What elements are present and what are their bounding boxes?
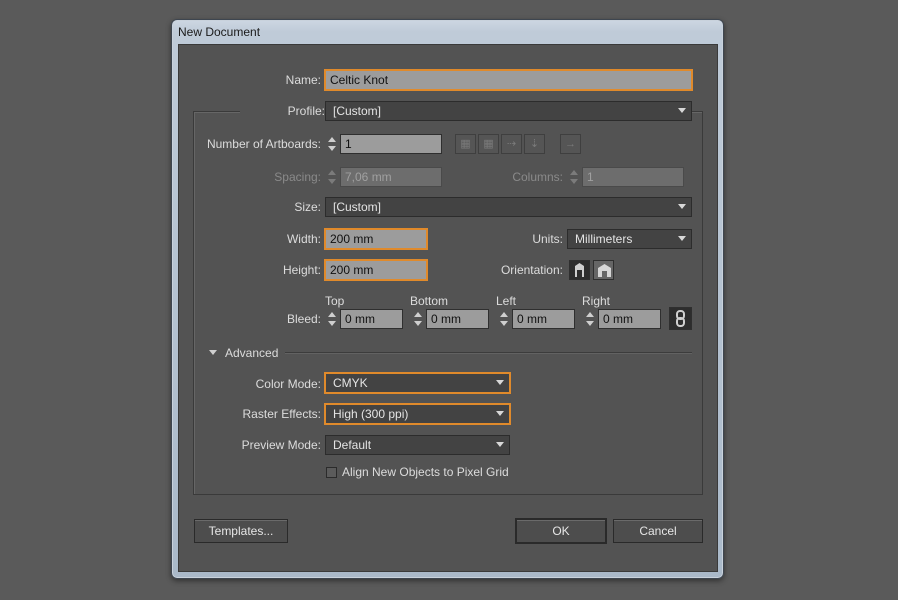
link-bleed-button[interactable] xyxy=(669,307,692,330)
color-mode-value: CMYK xyxy=(333,376,368,390)
advanced-separator xyxy=(285,352,692,353)
name-input[interactable]: Celtic Knot xyxy=(325,70,692,90)
up-arrow-icon xyxy=(500,312,508,317)
bleed-right-label: Right xyxy=(582,294,611,308)
units-dropdown[interactable]: Millimeters xyxy=(567,229,692,249)
ok-button[interactable]: OK xyxy=(516,519,606,543)
down-arrow-icon xyxy=(328,146,336,151)
up-arrow-icon xyxy=(328,312,336,317)
height-label: Height: xyxy=(282,263,321,277)
bleed-left-stepper[interactable] xyxy=(498,309,511,329)
raster-effects-value: High (300 ppi) xyxy=(333,407,409,421)
templates-button[interactable]: Templates... xyxy=(194,519,288,543)
chevron-down-icon xyxy=(678,236,686,241)
up-arrow-icon xyxy=(570,170,578,175)
name-label: Name: xyxy=(285,73,321,87)
artboards-input[interactable]: 1 xyxy=(340,134,442,154)
chevron-down-icon xyxy=(496,442,504,447)
raster-effects-dropdown[interactable]: High (300 ppi) xyxy=(325,404,510,424)
bleed-bottom-input[interactable]: 0 mm xyxy=(426,309,489,329)
grid-by-column-icon[interactable]: ▦ xyxy=(478,134,499,154)
preview-mode-label: Preview Mode: xyxy=(241,438,321,452)
bleed-bottom-stepper[interactable] xyxy=(412,309,425,329)
columns-stepper[interactable] xyxy=(568,167,581,187)
up-arrow-icon xyxy=(414,312,422,317)
units-label: Units: xyxy=(532,232,563,246)
spacing-stepper[interactable] xyxy=(326,167,339,187)
grid-by-row-icon[interactable]: ▦ xyxy=(455,134,476,154)
bleed-top-stepper[interactable] xyxy=(326,309,339,329)
profile-dropdown[interactable]: [Custom] xyxy=(325,101,692,121)
cancel-button[interactable]: Cancel xyxy=(613,519,703,543)
width-label: Width: xyxy=(286,232,321,246)
columns-label: Columns: xyxy=(512,170,563,184)
raster-effects-label: Raster Effects: xyxy=(242,407,321,421)
bleed-right-stepper[interactable] xyxy=(584,309,597,329)
chevron-down-icon xyxy=(496,380,504,385)
bleed-left-input[interactable]: 0 mm xyxy=(512,309,575,329)
portrait-icon xyxy=(575,263,584,277)
chevron-down-icon xyxy=(496,411,504,416)
dialog-title: New Document xyxy=(178,25,261,39)
bleed-top-input[interactable]: 0 mm xyxy=(340,309,403,329)
bleed-left-label: Left xyxy=(496,294,517,308)
bleed-right-input[interactable]: 0 mm xyxy=(598,309,661,329)
columns-input[interactable]: 1 xyxy=(582,167,684,187)
bleed-label: Bleed: xyxy=(286,312,321,326)
down-arrow-icon xyxy=(414,321,422,326)
spacing-input[interactable]: 7,06 mm xyxy=(340,167,442,187)
landscape-icon xyxy=(598,264,611,277)
size-dropdown[interactable]: [Custom] xyxy=(325,197,692,217)
chevron-down-icon xyxy=(678,204,686,209)
color-mode-dropdown[interactable]: CMYK xyxy=(325,373,510,393)
preview-mode-dropdown[interactable]: Default xyxy=(325,435,510,455)
down-arrow-icon xyxy=(570,179,578,184)
align-pixel-grid-checkbox[interactable] xyxy=(326,467,337,478)
up-arrow-icon xyxy=(586,312,594,317)
chevron-down-icon xyxy=(678,108,686,113)
units-dropdown-value: Millimeters xyxy=(575,232,633,246)
profile-dropdown-value: [Custom] xyxy=(333,104,382,118)
align-pixel-grid-label[interactable]: Align New Objects to Pixel Grid xyxy=(342,465,509,479)
height-input[interactable]: 200 mm xyxy=(325,260,427,280)
spacing-label: Spacing: xyxy=(274,170,321,184)
chain-link-icon xyxy=(676,310,685,327)
size-dropdown-value: [Custom] xyxy=(333,200,382,214)
profile-label: Profile: xyxy=(240,104,325,118)
advanced-disclosure-icon[interactable] xyxy=(209,350,217,355)
down-arrow-icon xyxy=(500,321,508,326)
down-arrow-icon xyxy=(586,321,594,326)
artboards-label: Number of Artboards: xyxy=(206,137,321,151)
down-arrow-icon xyxy=(328,179,336,184)
arrange-by-row-icon[interactable]: ⇢ xyxy=(501,134,522,154)
width-input[interactable]: 200 mm xyxy=(325,229,427,249)
down-arrow-icon xyxy=(328,321,336,326)
orientation-label: Orientation: xyxy=(500,263,563,277)
portrait-orientation-button[interactable] xyxy=(569,260,590,280)
artboards-stepper[interactable] xyxy=(326,134,339,154)
up-arrow-icon xyxy=(328,137,336,142)
size-label: Size: xyxy=(294,200,321,214)
bleed-top-label: Top xyxy=(325,294,345,308)
landscape-orientation-button[interactable] xyxy=(593,260,614,280)
preview-mode-value: Default xyxy=(333,438,372,452)
color-mode-label: Color Mode: xyxy=(255,377,321,391)
bleed-bottom-label: Bottom xyxy=(410,294,449,308)
up-arrow-icon xyxy=(328,170,336,175)
arrange-by-column-icon[interactable]: ⇣ xyxy=(524,134,545,154)
layout-direction-icon[interactable]: → xyxy=(560,134,581,154)
advanced-toggle-label[interactable]: Advanced xyxy=(225,346,278,360)
